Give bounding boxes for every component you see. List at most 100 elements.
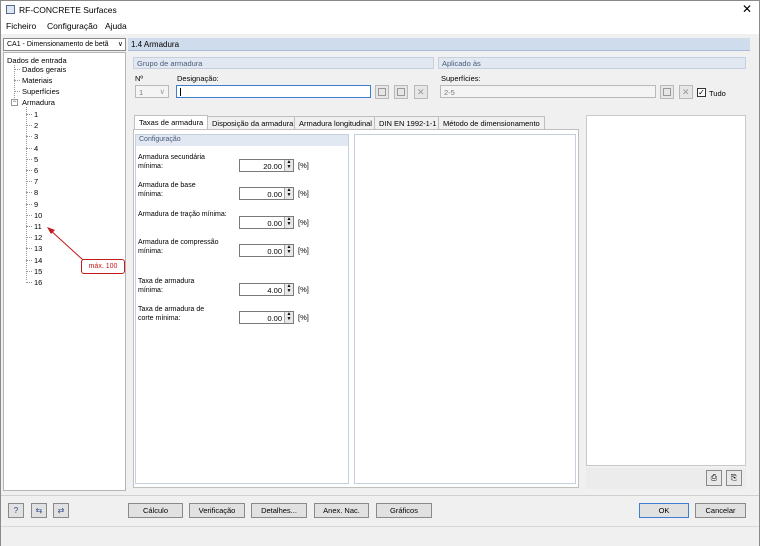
export-button[interactable]: ⎘ (726, 470, 742, 486)
ratio-spinner[interactable]: 0.00 ▲ ▼ (239, 311, 294, 324)
menu-ajuda[interactable]: Ajuda (105, 21, 127, 31)
text-cursor (180, 88, 181, 96)
main-window: RF-CONCRETE Surfaces ✕ Ficheiro Configur… (0, 0, 760, 546)
label-line-1: Armadura de compressão (138, 239, 219, 246)
tree-item-reinforcement-3[interactable]: 3 (34, 132, 38, 141)
graphics-button[interactable]: Gráficos (376, 503, 432, 518)
surfaces-value: 2-5 (444, 88, 455, 97)
menu-bar: Ficheiro Configuração Ajuda (1, 18, 759, 34)
tree-item-input-data[interactable]: Dados de entrada (7, 56, 67, 65)
applied-to-box: Aplicado às (438, 57, 746, 107)
all-checkbox[interactable]: ✓ (697, 88, 706, 97)
tree-item-materials[interactable]: Materiais (22, 76, 52, 85)
label-line-2: mínima: (138, 163, 163, 170)
tab-reinforcement-layout[interactable]: Disposição da armadura (207, 116, 299, 129)
info-panel (586, 115, 746, 466)
group-number-select[interactable]: 1 ∨ (135, 85, 169, 98)
ok-button[interactable]: OK (639, 503, 689, 518)
tree-item-reinforcement-5[interactable]: 5 (34, 155, 38, 164)
preview-box (354, 134, 576, 484)
surfaces-label: Superfícies: (441, 74, 481, 83)
title-bar: RF-CONCRETE Surfaces ✕ (1, 1, 759, 18)
clear-surfaces-button[interactable]: ✕ (679, 85, 693, 99)
check-button[interactable]: Verificação (189, 503, 245, 518)
delete-icon: ✕ (682, 87, 690, 97)
ratio-value: 0.00 (267, 190, 282, 199)
label-line-1: Taxa de armadura de (138, 306, 205, 313)
spinner-arrows-icon[interactable]: ▲ ▼ (284, 284, 293, 295)
details-button[interactable]: Detalhes... (251, 503, 307, 518)
spinner-arrows-icon[interactable]: ▲ ▼ (284, 217, 293, 228)
close-icon[interactable]: ✕ (741, 2, 753, 16)
ratio-spinner[interactable]: 0.00 ▲ ▼ (239, 216, 294, 229)
tree-item-reinforcement-15[interactable]: 15 (34, 267, 42, 276)
tree-item-surfaces[interactable]: Superfícies (22, 87, 60, 96)
designation-input[interactable] (176, 85, 371, 98)
new-group-button[interactable] (375, 85, 389, 99)
tree-item-reinforcement[interactable]: Armadura (22, 98, 55, 107)
window-title: RF-CONCRETE Surfaces (19, 5, 117, 15)
pick-surfaces-button[interactable] (660, 85, 674, 99)
tree-connector (26, 125, 32, 127)
group-number-value: 1 (139, 88, 144, 97)
max-callout: máx. 100 (81, 259, 125, 274)
tab-longitudinal-reinforcement[interactable]: Armadura longitudinal (294, 116, 377, 129)
config-row-label: Armadura secundária mínima: (138, 153, 205, 171)
ratio-value: 4.00 (267, 286, 282, 295)
national-annex-button[interactable]: Anex. Nac. (314, 503, 369, 518)
tree-connector (26, 136, 32, 138)
ratio-spinner[interactable]: 20.00 ▲ ▼ (239, 159, 294, 172)
copy-group-button[interactable] (394, 85, 408, 99)
ratio-value: 0.00 (267, 219, 282, 228)
ratio-spinner[interactable]: 0.00 ▲ ▼ (239, 244, 294, 257)
spinner-arrows-icon[interactable]: ▲ ▼ (284, 188, 293, 199)
tab-din-en[interactable]: DIN EN 1992-1-1 (374, 116, 442, 129)
section-header: 1.4 Armadura (128, 38, 750, 51)
tree-connector (26, 237, 32, 239)
ratio-spinner[interactable]: 4.00 ▲ ▼ (239, 283, 294, 296)
ratio-spinner[interactable]: 0.00 ▲ ▼ (239, 187, 294, 200)
tree-item-reinforcement-9[interactable]: 9 (34, 200, 38, 209)
load-case-select[interactable]: CA1 - Dimensionamento de betã ∨ (3, 38, 126, 51)
tree-item-reinforcement-6[interactable]: 6 (34, 166, 38, 175)
chevron-down-icon: ∨ (159, 87, 166, 96)
import-button[interactable]: ⇆ (31, 503, 47, 518)
tab-reinforcement-ratios[interactable]: Taxas de armadura (134, 115, 209, 130)
tree-item-reinforcement-7[interactable]: 7 (34, 177, 38, 186)
tree-item-reinforcement-4[interactable]: 4 (34, 144, 38, 153)
surfaces-input[interactable]: 2-5 (440, 85, 656, 98)
label-line-2: mínima: (138, 191, 163, 198)
config-row-label: Taxa de armadura mínima: (138, 277, 194, 295)
tree-item-reinforcement-2[interactable]: 2 (34, 121, 38, 130)
tree-connector (26, 114, 32, 115)
no-label: Nº (135, 74, 144, 83)
menu-ficheiro[interactable]: Ficheiro (6, 21, 36, 31)
help-button[interactable]: ? (8, 503, 24, 518)
tree-item-reinforcement-10[interactable]: 10 (34, 211, 42, 220)
tree-item-reinforcement-1[interactable]: 1 (34, 110, 38, 119)
tree-connector (26, 214, 32, 216)
export-icon: ⎘ (730, 473, 738, 482)
unit-label: [%] (298, 285, 309, 294)
menu-configuracao[interactable]: Configuração (47, 21, 98, 31)
tree-item-reinforcement-16[interactable]: 16 (34, 278, 42, 287)
delete-icon: ✕ (417, 87, 425, 97)
spinner-arrows-icon[interactable]: ▲ ▼ (284, 312, 293, 323)
tree-item-general-data[interactable]: Dados gerais (22, 65, 66, 74)
tree-item-reinforcement-8[interactable]: 8 (34, 188, 38, 197)
spinner-arrows-icon[interactable]: ▲ ▼ (284, 160, 293, 171)
tree-connector (26, 181, 32, 183)
export-data-button[interactable]: ⇄ (53, 503, 69, 518)
cancel-button[interactable]: Cancelar (695, 503, 746, 518)
spinner-arrows-icon[interactable]: ▲ ▼ (284, 245, 293, 256)
calculation-button[interactable]: Cálculo (128, 503, 183, 518)
unit-label: [%] (298, 161, 309, 170)
group-header: Grupo de armadura (133, 57, 434, 69)
config-row-label: Armadura de compressão mínima: (138, 238, 219, 256)
all-label: Tudo (709, 89, 726, 98)
tree-connector (26, 192, 32, 194)
collapse-icon[interactable]: − (11, 99, 18, 106)
tab-design-method[interactable]: Método de dimensionamento (438, 116, 545, 129)
print-button[interactable]: ⎙ (706, 470, 722, 486)
delete-group-button[interactable]: ✕ (414, 85, 428, 99)
